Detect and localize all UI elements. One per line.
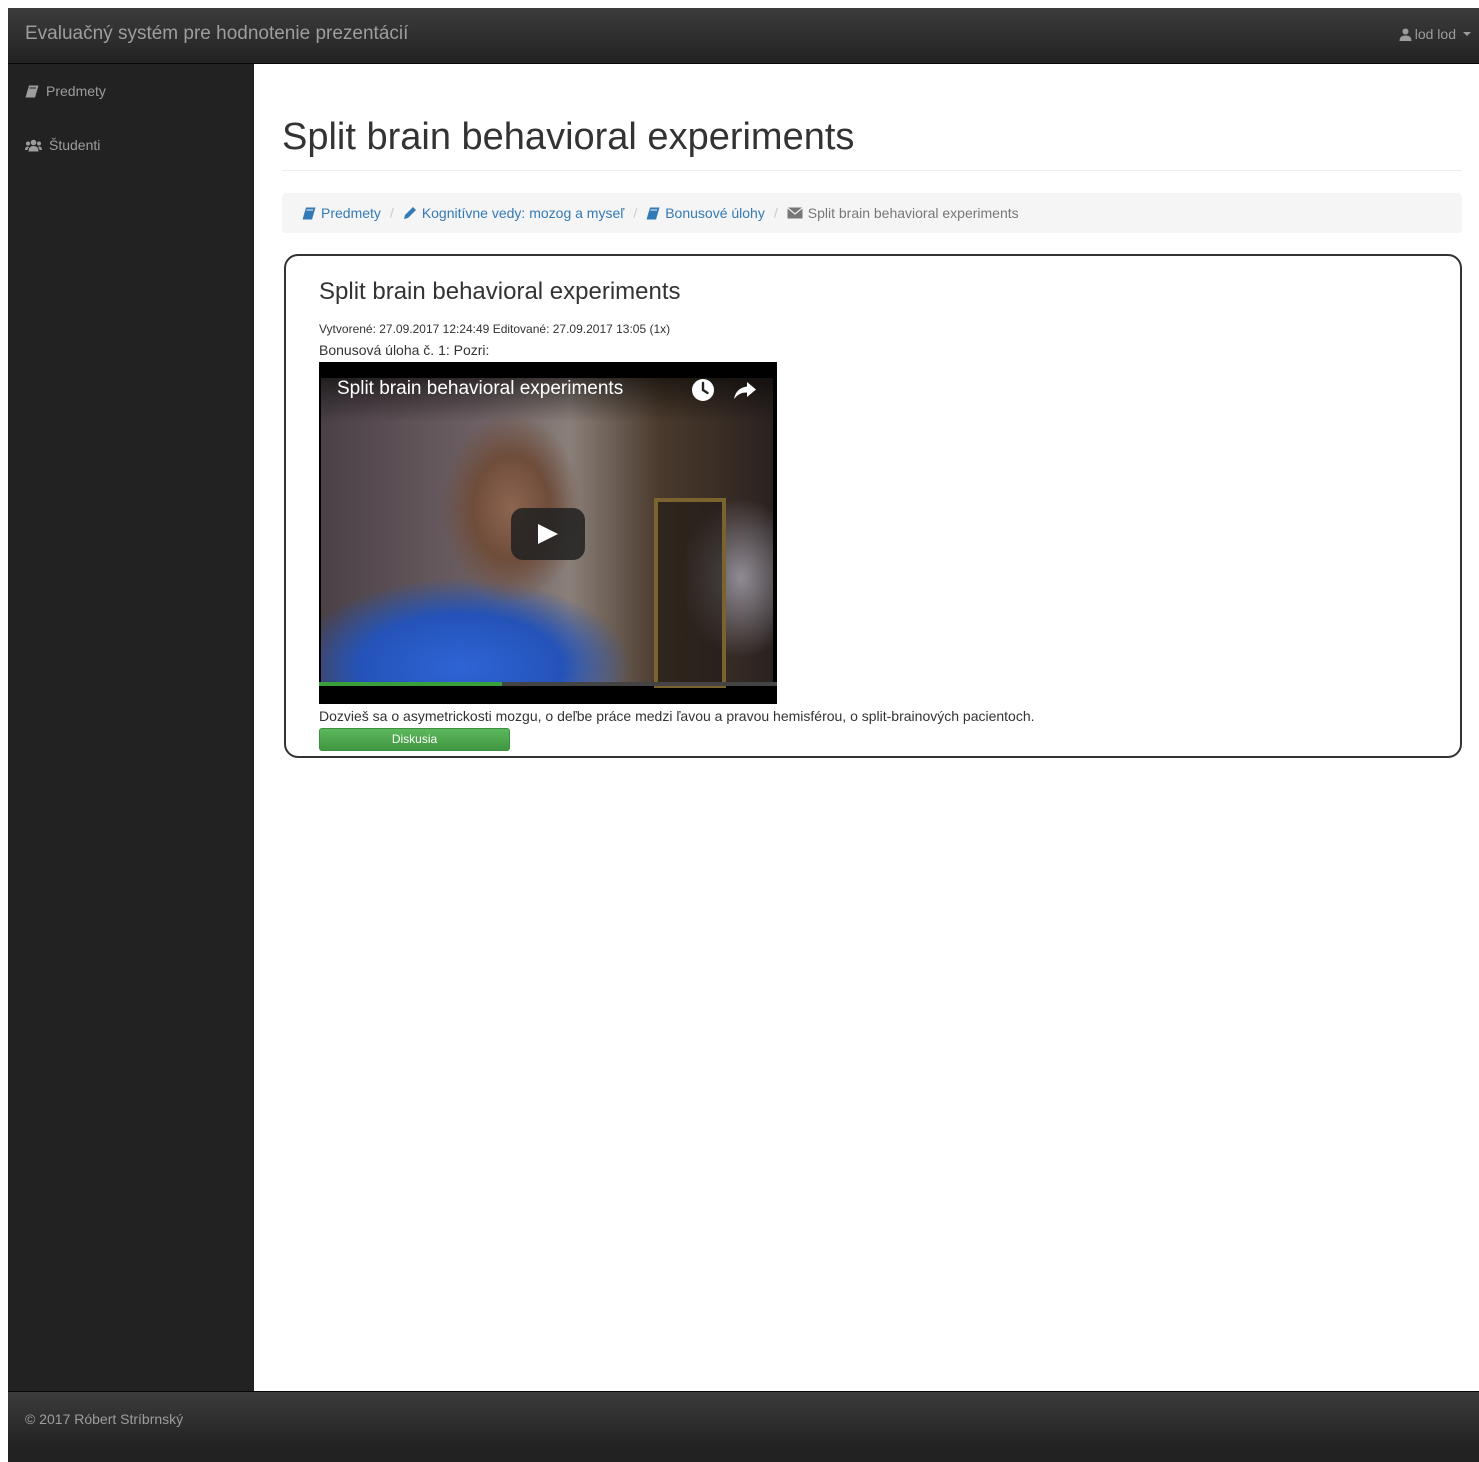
sidebar-item-label: Študenti xyxy=(49,137,101,153)
sidebar-item-label: Predmety xyxy=(46,83,106,99)
sidebar-item-predmety[interactable]: Predmety xyxy=(25,83,106,99)
book-icon xyxy=(302,207,316,220)
user-name: lod lod xyxy=(1414,26,1456,42)
caret-down-icon xyxy=(1463,32,1471,36)
footer: © 2017 Róbert Stríbrnský xyxy=(8,1391,1479,1447)
video-title[interactable]: Split brain behavioral experiments xyxy=(337,378,623,400)
share-icon[interactable] xyxy=(733,378,757,402)
user-icon xyxy=(1399,28,1412,41)
bottom-strip xyxy=(8,1447,1479,1462)
play-button[interactable] xyxy=(511,508,585,560)
sidebar-item-studenti[interactable]: Študenti xyxy=(25,137,100,153)
book-icon xyxy=(25,85,39,98)
main-content: Split brain behavioral experiments Predm… xyxy=(254,64,1479,1391)
title-divider xyxy=(282,170,1462,171)
envelope-icon xyxy=(786,207,803,219)
task-description: Dozvieš sa o asymetrickosti mozgu, o deľ… xyxy=(319,708,1035,724)
breadcrumb: Predmety / Kognitívne vedy: mozog a myse… xyxy=(282,193,1462,233)
breadcrumb-item-bonus[interactable]: Bonusové úlohy xyxy=(646,205,765,221)
sidebar: Predmety Študenti xyxy=(8,64,254,1391)
app-brand[interactable]: Evaluačný systém pre hodnotenie prezentá… xyxy=(25,23,408,45)
task-meta: Vytvorené: 27.09.2017 12:24:49 Editované… xyxy=(319,322,671,336)
breadcrumb-label: Split brain behavioral experiments xyxy=(807,205,1019,221)
breadcrumb-item-course[interactable]: Kognitívne vedy: mozog a myseľ xyxy=(403,205,625,221)
task-title: Split brain behavioral experiments xyxy=(319,278,681,305)
breadcrumb-item-current: Split brain behavioral experiments xyxy=(786,205,1019,221)
video-player[interactable]: Split brain behavioral experiments xyxy=(319,362,777,704)
breadcrumb-separator: / xyxy=(773,205,778,221)
breadcrumb-label: Bonusové úlohy xyxy=(665,205,765,221)
breadcrumb-item-predmety[interactable]: Predmety xyxy=(302,205,381,221)
play-icon xyxy=(538,524,558,544)
breadcrumb-separator: / xyxy=(389,205,394,221)
page-margin xyxy=(0,0,8,1462)
video-actions xyxy=(691,378,757,402)
users-icon xyxy=(25,139,42,152)
discussion-button[interactable]: Diskusia xyxy=(319,728,510,751)
task-intro: Bonusová úloha č. 1: Pozri: xyxy=(319,342,490,358)
task-panel: Split brain behavioral experiments Vytvo… xyxy=(284,254,1462,758)
breadcrumb-label: Predmety xyxy=(321,205,381,221)
watch-later-icon[interactable] xyxy=(691,378,715,402)
footer-copyright: © 2017 Róbert Stríbrnský xyxy=(25,1411,184,1427)
breadcrumb-separator: / xyxy=(633,205,638,221)
pencil-icon xyxy=(403,206,417,220)
thumbnail-picture-frame xyxy=(654,498,726,688)
user-menu[interactable]: lod lod xyxy=(1399,26,1471,42)
video-progress-bar[interactable] xyxy=(319,682,777,686)
top-navbar: Evaluačný systém pre hodnotenie prezentá… xyxy=(8,8,1479,64)
breadcrumb-label: Kognitívne vedy: mozog a myseľ xyxy=(421,205,625,221)
book-icon xyxy=(646,207,660,220)
page-title: Split brain behavioral experiments xyxy=(282,116,855,158)
